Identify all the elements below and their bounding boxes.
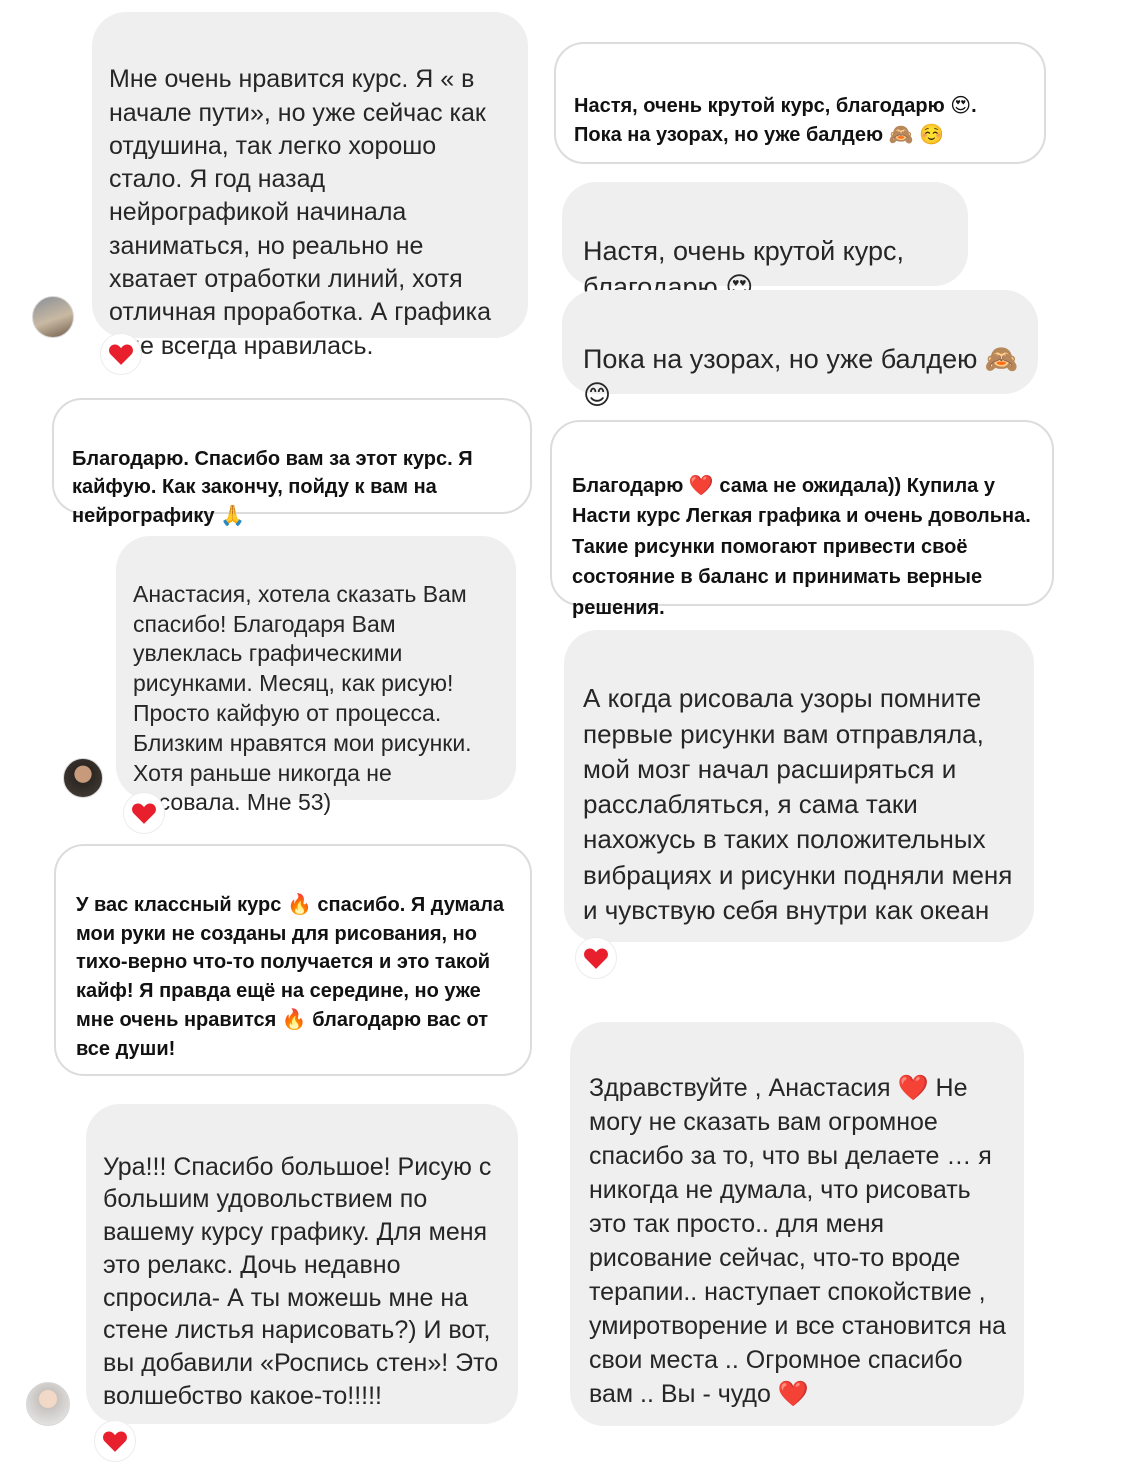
message-4-text: Пока на узорах, но уже балдею 🙈😊 [583,343,1019,411]
message-9: У вас классный курс 🔥 спасибо. Я думала … [54,844,532,1076]
message-6-text: Благодарю ❤️ сама не ожидала)) Купила у … [572,474,1031,619]
heart-icon [132,803,156,824]
message-5: Благодарю. Спасибо вам за этот курс. Я к… [52,398,532,527]
heart-icon [103,1431,127,1452]
avatar[interactable] [32,296,74,338]
message-9-text: У вас классный курс 🔥 спасибо. Я думала … [76,893,505,1060]
heart-icon [109,344,133,365]
message-3: Настя, очень крутой курс, благодарю 😍 [562,182,968,302]
message-11-text: Ура!!! Спасибо большое! Рисую с большим … [103,1152,499,1410]
message-1: Мне очень нравится курс. Я « в начале пу… [92,12,528,360]
message-2-text: Настя, очень крутой курс, благодарю 😍. П… [574,94,977,147]
like-badge[interactable] [94,1420,136,1462]
avatar[interactable] [26,1382,70,1426]
message-7: Анастасия, хотела сказать Вам спасибо! Б… [116,536,516,815]
message-10: Здравствуйте , Анастасия ❤️ Не могу не с… [570,1022,1024,1426]
message-1-text: Мне очень нравится курс. Я « в начале пу… [109,65,492,360]
message-7-text: Анастасия, хотела сказать Вам спасибо! Б… [133,580,472,816]
avatar[interactable] [63,758,103,798]
message-11: Ура!!! Спасибо большое! Рисую с большим … [86,1104,518,1424]
heart-icon [584,948,608,969]
message-8: А когда рисовала узоры помните первые ри… [564,630,1034,942]
message-5-text: Благодарю. Спасибо вам за этот курс. Я к… [72,447,473,527]
message-6: Благодарю ❤️ сама не ожидала)) Купила у … [550,420,1054,619]
message-8-text: А когда рисовала узоры помните первые ри… [583,683,1013,926]
message-2: Настя, очень крутой курс, благодарю 😍. П… [554,42,1046,164]
like-badge[interactable] [100,333,142,375]
message-4: Пока на узорах, но уже балдею 🙈😊 [562,290,1038,410]
like-badge[interactable] [123,792,165,834]
like-badge[interactable] [575,937,617,979]
message-10-text: Здравствуйте , Анастасия ❤️ Не могу не с… [589,1074,1007,1408]
